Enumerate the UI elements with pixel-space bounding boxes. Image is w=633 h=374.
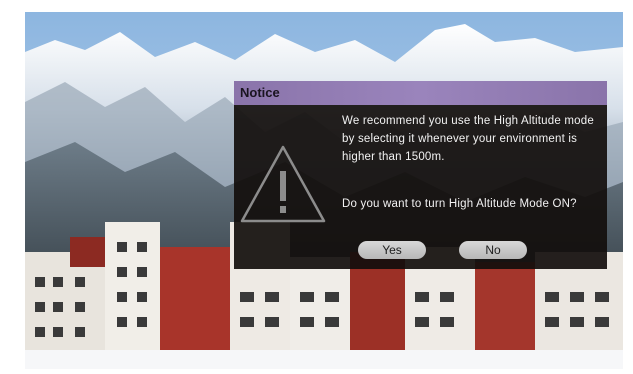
- dialog-question: Do you want to turn High Altitude Mode O…: [342, 198, 577, 210]
- warning-triangle-icon: [240, 145, 326, 223]
- display-screen: Notice We recommend you use the High Alt…: [25, 12, 623, 369]
- dialog-title: Notice: [234, 81, 607, 105]
- no-button[interactable]: No: [459, 241, 527, 259]
- notice-dialog: Notice We recommend you use the High Alt…: [234, 81, 607, 269]
- dialog-message: We recommend you use the High Altitude m…: [342, 115, 594, 163]
- yes-button[interactable]: Yes: [358, 241, 426, 259]
